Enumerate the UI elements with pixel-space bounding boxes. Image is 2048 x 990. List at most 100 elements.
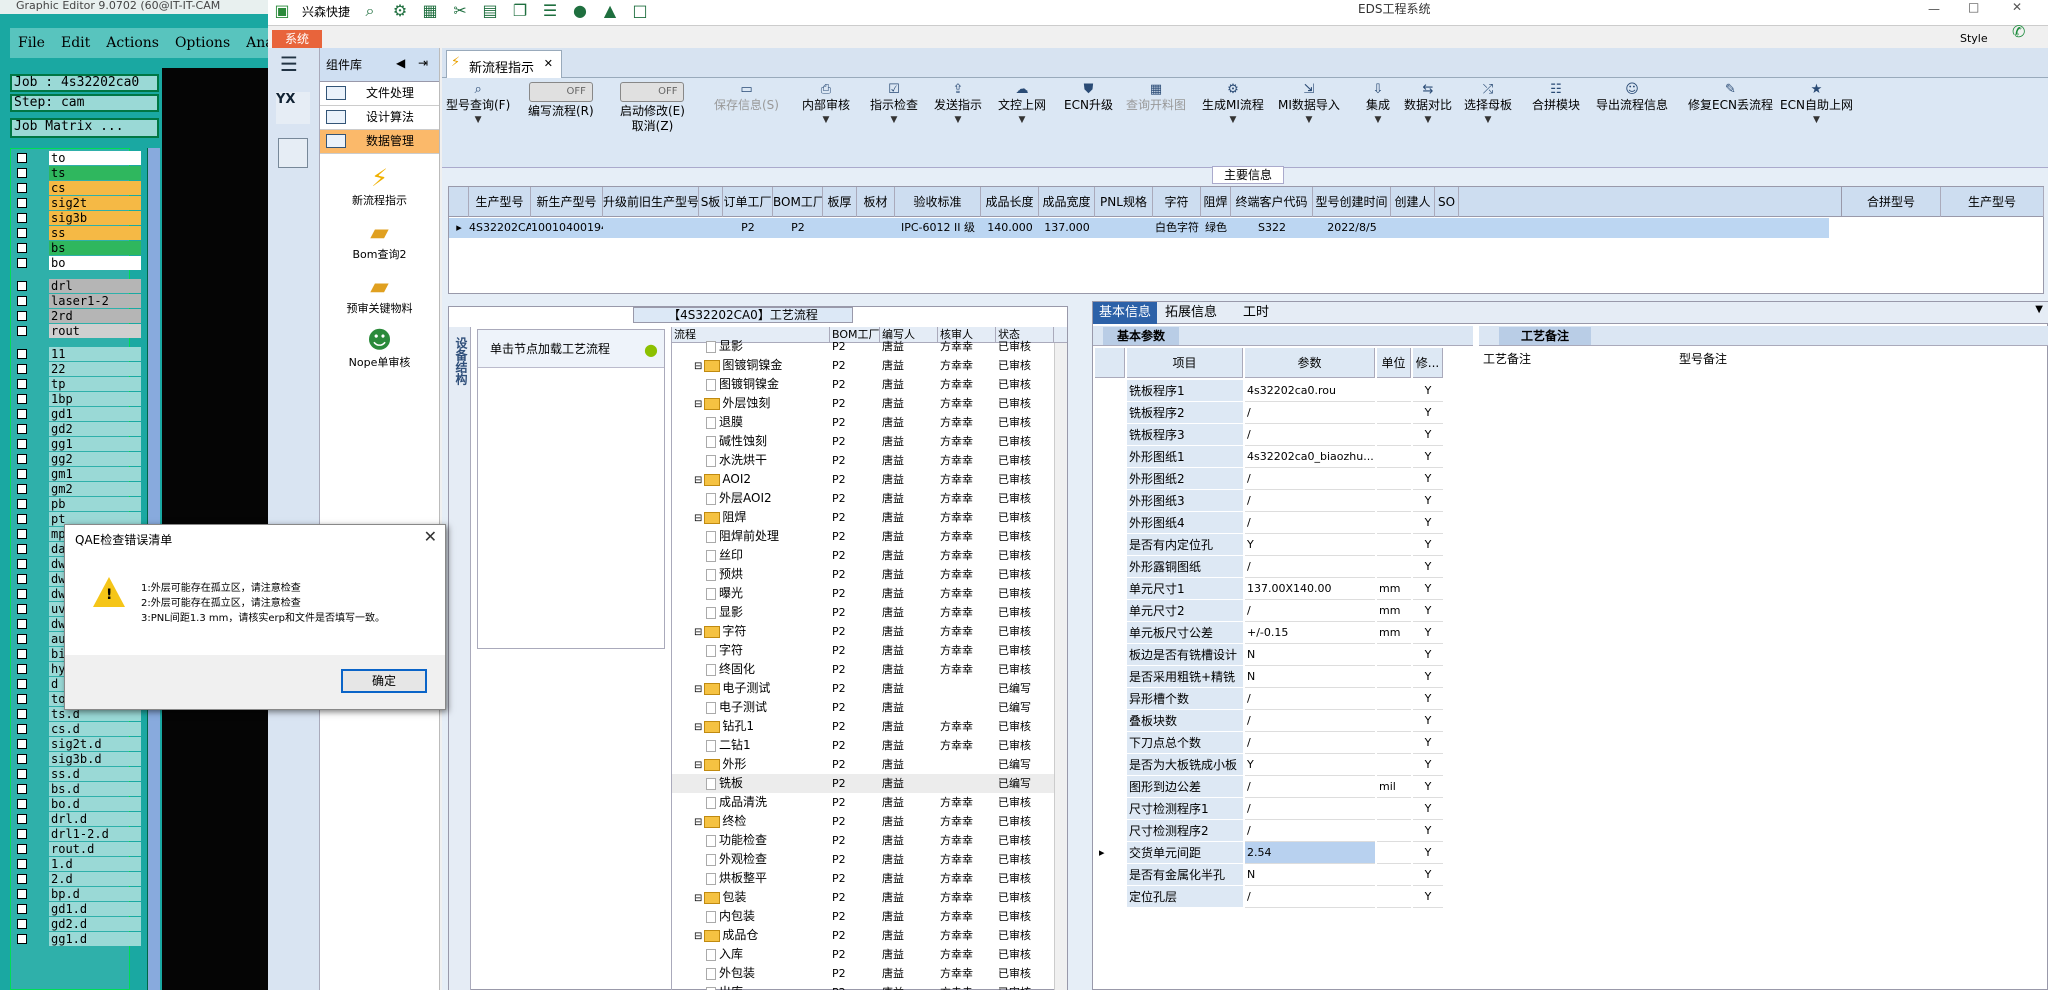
param-row[interactable]: 下刀点总个数 / Y [1095, 732, 1471, 754]
layer-row[interactable]: tp [13, 377, 141, 391]
param-row[interactable]: 图形到边公差 / mil Y [1095, 776, 1471, 798]
layer-row[interactable]: sig2t.d [13, 737, 141, 751]
tree-row[interactable]: 外包装 P2 唐益 方幸幸 已审核 [672, 964, 1067, 983]
comp-new-process[interactable]: ⚡ 新流程指示 [320, 164, 439, 208]
window-icon[interactable]: □ [630, 2, 650, 20]
layer-checkbox[interactable] [17, 243, 27, 253]
param-column-header[interactable]: 项目 [1127, 348, 1243, 378]
column-header[interactable]: S板 [699, 187, 723, 217]
layer-checkbox[interactable] [17, 934, 27, 944]
param-row[interactable]: 定位孔层 / Y [1095, 886, 1471, 908]
expand-toggle-icon[interactable]: ⊟ [694, 475, 702, 486]
layer-row[interactable]: sig3b.d [13, 752, 141, 766]
ribbon-button-16[interactable]: ☺ 导出流程信息 [1596, 82, 1668, 113]
param-value[interactable]: 4s32202ca0_biaozhu... [1245, 446, 1375, 468]
column-header[interactable]: 新生产型号 [531, 187, 603, 217]
layer-checkbox[interactable] [17, 694, 27, 704]
param-value[interactable]: / [1245, 710, 1375, 732]
layer-checkbox[interactable] [17, 281, 27, 291]
cell-value[interactable] [823, 218, 857, 238]
layer-checkbox[interactable] [17, 844, 27, 854]
ribbon-button-5[interactable]: ☑ 指示检查 ▼ [870, 82, 918, 128]
table-icon[interactable]: ▤ [480, 2, 500, 20]
main-info-row[interactable]: ▸ 4S32202CA010010400194574 P2P2 IPC-6012 II… [449, 218, 1829, 238]
menu-options[interactable]: Options [167, 35, 238, 51]
param-value[interactable]: Y [1245, 534, 1375, 556]
close-tab-icon[interactable]: ✕ [544, 57, 553, 70]
chevron-down-icon[interactable]: ▼ [998, 113, 1046, 128]
layer-checkbox[interactable] [17, 919, 27, 929]
param-row[interactable]: 单元板尺寸公差 +/-0.15 mm Y [1095, 622, 1471, 644]
layer-checkbox[interactable] [17, 544, 27, 554]
param-value[interactable]: / [1245, 732, 1375, 754]
tree-row[interactable]: 二钻1 P2 唐益 方幸幸 已审核 [672, 736, 1067, 755]
column-header[interactable]: 订单工厂 [723, 187, 773, 217]
layer-checkbox[interactable] [17, 889, 27, 899]
expand-toggle-icon[interactable]: ⊟ [694, 893, 702, 904]
param-row[interactable]: 外形露铜图纸 / Y [1095, 556, 1471, 578]
param-row[interactable]: 异形槽个数 / Y [1095, 688, 1471, 710]
comp-bom-query[interactable]: ▰ Bom查询2 [320, 218, 439, 262]
chevron-down-icon[interactable]: ▼ [2035, 304, 2043, 315]
param-row[interactable]: 尺寸检测程序2/ Y [1095, 820, 1471, 842]
layer-row[interactable]: gm2 [13, 482, 141, 496]
layer-checkbox[interactable] [17, 198, 27, 208]
layer-checkbox[interactable] [17, 326, 27, 336]
chevron-down-icon[interactable]: ▼ [870, 113, 918, 128]
ribbon-button-12[interactable]: ⇩ 集成 ▼ [1366, 82, 1390, 128]
close-window-icon[interactable]: ✕ [2012, 0, 2022, 14]
param-row[interactable]: 铣板程序2/ Y [1095, 402, 1471, 424]
copy-icon[interactable]: ❐ [510, 2, 530, 20]
layer-row[interactable]: bs [13, 241, 141, 255]
comp-prereview-material[interactable]: ▰ 预审关键物料 [320, 272, 439, 316]
param-value[interactable]: / [1245, 424, 1375, 446]
tree-row[interactable]: 铣板 P2 唐益 已编写 [672, 774, 1067, 793]
layer-row[interactable]: gm1 [13, 467, 141, 481]
param-row[interactable]: 铣板程序1 4s32202ca0.rou Y [1095, 380, 1471, 402]
tree-row[interactable]: ⊟ 外形 P2 唐益 已编写 [672, 755, 1067, 774]
layer-checkbox[interactable] [17, 439, 27, 449]
layer-checkbox[interactable] [17, 499, 27, 509]
yx-logo-icon[interactable]: YX [276, 92, 310, 124]
tree-row[interactable]: 成品清洗 P2 唐益 方幸幸 已审核 [672, 793, 1067, 812]
param-value[interactable]: 137.00X140.00 [1245, 578, 1375, 600]
chevron-down-icon[interactable]: ▼ [802, 113, 850, 128]
param-column-header[interactable]: 参数 [1245, 348, 1375, 378]
layer-row[interactable]: gg1.d [13, 932, 141, 946]
layer-checkbox[interactable] [17, 799, 27, 809]
chart-icon[interactable]: ▲ [600, 2, 620, 20]
layer-row[interactable]: bs.d [13, 782, 141, 796]
close-icon[interactable]: ✕ [424, 527, 437, 546]
param-value[interactable]: / [1245, 688, 1375, 710]
layer-row[interactable]: sig2t [13, 196, 141, 210]
chevron-down-icon[interactable]: ▼ [1780, 113, 1853, 128]
param-value[interactable]: N [1245, 644, 1375, 666]
cell-value[interactable]: 4S32202CA0 [469, 218, 531, 238]
tree-row[interactable]: 显影 P2 唐益 方幸幸 已审核 [672, 603, 1067, 622]
param-value[interactable]: / [1245, 886, 1375, 908]
layer-checkbox[interactable] [17, 754, 27, 764]
layer-row[interactable]: cs.d [13, 722, 141, 736]
layer-checkbox[interactable] [17, 619, 27, 629]
expand-toggle-icon[interactable]: ⊟ [694, 513, 702, 524]
layer-checkbox[interactable] [17, 529, 27, 539]
layer-row[interactable]: drl1-2.d [13, 827, 141, 841]
column-header[interactable]: BOM工厂 [773, 187, 823, 217]
expand-toggle-icon[interactable]: ⊟ [694, 722, 702, 733]
param-row[interactable]: 是否有金属化半孔 N Y [1095, 864, 1471, 886]
scissors-icon[interactable]: ✂ [450, 2, 470, 20]
cell-value[interactable]: P2 [773, 218, 823, 238]
user-icon[interactable]: ● [570, 2, 590, 20]
layer-row[interactable]: 2rd [13, 309, 141, 323]
ribbon-button-8[interactable]: ⛊ ECN升级 [1064, 82, 1113, 113]
maximize-icon[interactable]: □ [1968, 0, 1979, 14]
tab-new-process[interactable]: ⚡ 新流程指示 ✕ [446, 50, 562, 78]
layer-checkbox[interactable] [17, 454, 27, 464]
cell-value[interactable]: 2022/8/5 [1313, 218, 1391, 238]
comp-data-management[interactable]: 数据管理 [320, 130, 439, 154]
column-header-merge[interactable]: 合拼型号 [1841, 187, 1941, 217]
layer-checkbox[interactable] [17, 258, 27, 268]
param-row[interactable]: 外形图纸4/ Y [1095, 512, 1471, 534]
param-value[interactable]: Y [1245, 754, 1375, 776]
style-menu[interactable]: Style [1960, 32, 1988, 45]
